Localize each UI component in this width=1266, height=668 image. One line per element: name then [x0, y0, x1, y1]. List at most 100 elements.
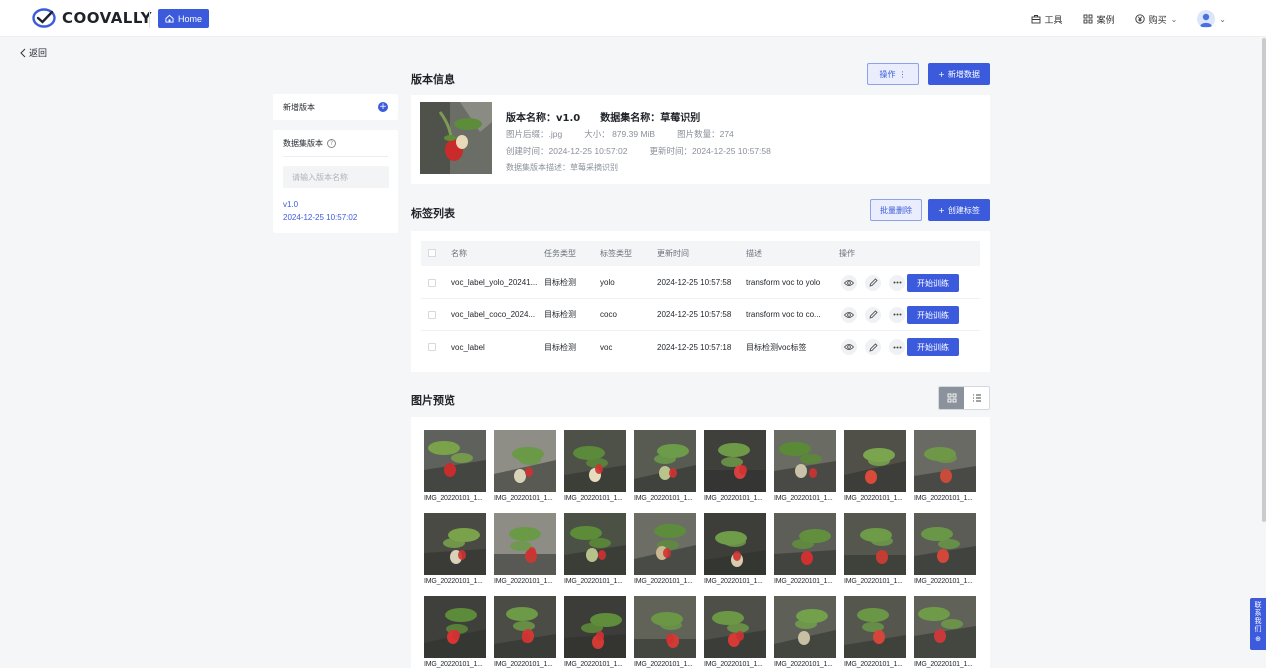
row-checkbox[interactable]	[428, 279, 436, 287]
image-thumbnail[interactable]: IMG_20220101_1...	[424, 596, 486, 668]
image-thumbnail[interactable]: IMG_20220101_1...	[494, 513, 556, 585]
logo-icon	[32, 8, 56, 28]
image-thumbnail[interactable]: IMG_20220101_1...	[704, 596, 766, 668]
page-scrollbar[interactable]	[1262, 38, 1266, 522]
user-menu[interactable]: ⌄	[1197, 10, 1226, 28]
home-icon	[165, 14, 174, 23]
eye-icon[interactable]	[841, 274, 857, 291]
image-preview-title: 图片预览	[411, 394, 455, 407]
home-button[interactable]: Home	[158, 9, 210, 28]
image-filename: IMG_20220101_1...	[704, 578, 763, 585]
table-row: voc_label_coco_2024... 目标检测 coco 2024-12…	[421, 299, 980, 331]
image-thumbnail[interactable]: IMG_20220101_1...	[564, 430, 626, 502]
image-thumbnail[interactable]: IMG_20220101_1...	[774, 596, 836, 668]
edit-icon[interactable]	[865, 339, 881, 355]
image-filename: IMG_20220101_1...	[914, 661, 973, 668]
image-thumbnail[interactable]: IMG_20220101_1...	[494, 430, 556, 502]
image-thumbnail[interactable]: IMG_20220101_1...	[424, 513, 486, 585]
create-label-button[interactable]: + 创建标签	[928, 199, 990, 221]
strawberry-photo	[704, 430, 766, 492]
new-version-button[interactable]: 新增版本 +	[273, 94, 398, 120]
image-thumbnail[interactable]: IMG_20220101_1...	[424, 430, 486, 502]
grid-view-button[interactable]	[939, 387, 964, 409]
image-thumbnail[interactable]: IMG_20220101_1...	[704, 430, 766, 502]
table-header: 名称 任务类型 标签类型 更新时间 描述 操作	[421, 241, 980, 266]
label-description: transform voc to co...	[746, 310, 821, 319]
description-line: 数据集版本描述：草莓采摘识别	[506, 162, 618, 173]
start-training-button[interactable]: 开始训练	[907, 274, 959, 292]
eye-icon[interactable]	[841, 339, 857, 355]
start-training-button[interactable]: 开始训练	[907, 338, 959, 356]
contact-us-label: 联系我们	[1254, 601, 1262, 633]
grid-icon	[1083, 14, 1093, 24]
image-thumbnail[interactable]: IMG_20220101_1...	[774, 513, 836, 585]
image-thumbnail[interactable]: IMG_20220101_1...	[564, 513, 626, 585]
image-thumbnail[interactable]: IMG_20220101_1...	[914, 430, 976, 502]
image-thumbnail[interactable]: IMG_20220101_1...	[634, 513, 696, 585]
batch-delete-button[interactable]: 批量删除	[870, 199, 922, 221]
image-thumbnail[interactable]: IMG_20220101_1...	[844, 430, 906, 502]
image-filename: IMG_20220101_1...	[424, 578, 483, 585]
image-thumbnail[interactable]: IMG_20220101_1...	[844, 513, 906, 585]
task-type: 目标检测	[544, 342, 576, 352]
back-label: 返回	[29, 49, 48, 59]
back-link[interactable]: 返回	[19, 46, 47, 59]
start-training-button[interactable]: 开始训练	[907, 306, 959, 324]
image-thumbnail[interactable]: IMG_20220101_1...	[634, 430, 696, 502]
chevron-left-icon	[20, 48, 26, 57]
select-all-checkbox[interactable]	[428, 249, 436, 257]
logo-divider	[149, 10, 150, 28]
image-suffix: 图片后缀：.jpg	[506, 129, 563, 139]
col-updated: 更新时间	[657, 249, 689, 258]
strawberry-photo	[424, 430, 486, 492]
more-icon[interactable]	[889, 306, 905, 323]
nav-cases[interactable]: 案例	[1083, 13, 1115, 26]
image-filename: IMG_20220101_1...	[564, 495, 623, 502]
strawberry-photo	[634, 430, 696, 492]
image-filename: IMG_20220101_1...	[634, 578, 693, 585]
nav-purchase[interactable]: 购买 ⌄	[1134, 13, 1177, 26]
contact-us-button[interactable]: 联系我们 ⊕	[1250, 598, 1266, 650]
image-thumbnail[interactable]: IMG_20220101_1...	[564, 596, 626, 668]
version-list-item[interactable]: v1.0 2024-12-25 10:57:02	[283, 198, 388, 224]
version-description: 数据集版本描述：草莓采摘识别	[506, 163, 618, 172]
strawberry-photo	[914, 430, 976, 492]
version-name: v1.0	[283, 200, 299, 209]
operate-button[interactable]: 操作 ⋮	[867, 63, 919, 85]
image-thumbnail[interactable]: IMG_20220101_1...	[704, 513, 766, 585]
eye-icon[interactable]	[841, 306, 857, 323]
brand-logo[interactable]: COOVALLY	[32, 8, 152, 28]
image-thumbnail[interactable]: IMG_20220101_1...	[494, 596, 556, 668]
image-filename: IMG_20220101_1...	[844, 495, 903, 502]
row-checkbox[interactable]	[428, 343, 436, 351]
help-icon[interactable]: ?	[327, 138, 336, 148]
row-checkbox[interactable]	[428, 311, 436, 319]
edit-icon[interactable]	[865, 306, 881, 323]
image-thumbnail[interactable]: IMG_20220101_1...	[844, 596, 906, 668]
more-icon[interactable]	[889, 274, 905, 291]
label-name: voc_label_yolo_20241...	[451, 278, 538, 287]
version-date: 2024-12-25 10:57:02	[283, 213, 358, 222]
image-filename: IMG_20220101_1...	[914, 578, 973, 585]
strawberry-photo	[844, 430, 906, 492]
more-icon[interactable]	[889, 339, 905, 355]
version-search-input[interactable]	[283, 166, 389, 188]
image-thumbnail[interactable]: IMG_20220101_1...	[634, 596, 696, 668]
new-version-label: 新增版本	[283, 102, 315, 112]
dataset-cover-image	[420, 102, 492, 174]
add-data-button[interactable]: + 新增数据	[928, 63, 990, 85]
image-thumbnail[interactable]: IMG_20220101_1...	[914, 513, 976, 585]
nav-tools[interactable]: 工具	[1031, 13, 1063, 26]
chevron-down-icon: ⌄	[1219, 14, 1226, 24]
label-description: 目标检测voc标签	[746, 342, 807, 352]
strawberry-photo	[564, 430, 626, 492]
strawberry-photo	[914, 596, 976, 658]
image-thumbnail[interactable]: IMG_20220101_1...	[914, 596, 976, 668]
arrow-circle-icon: ⊕	[1255, 635, 1261, 643]
list-view-button[interactable]	[964, 387, 989, 409]
col-description: 描述	[746, 249, 762, 258]
edit-icon[interactable]	[865, 274, 881, 291]
image-thumbnail[interactable]: IMG_20220101_1...	[774, 430, 836, 502]
strawberry-photo	[634, 596, 696, 658]
image-filename: IMG_20220101_1...	[494, 661, 553, 668]
